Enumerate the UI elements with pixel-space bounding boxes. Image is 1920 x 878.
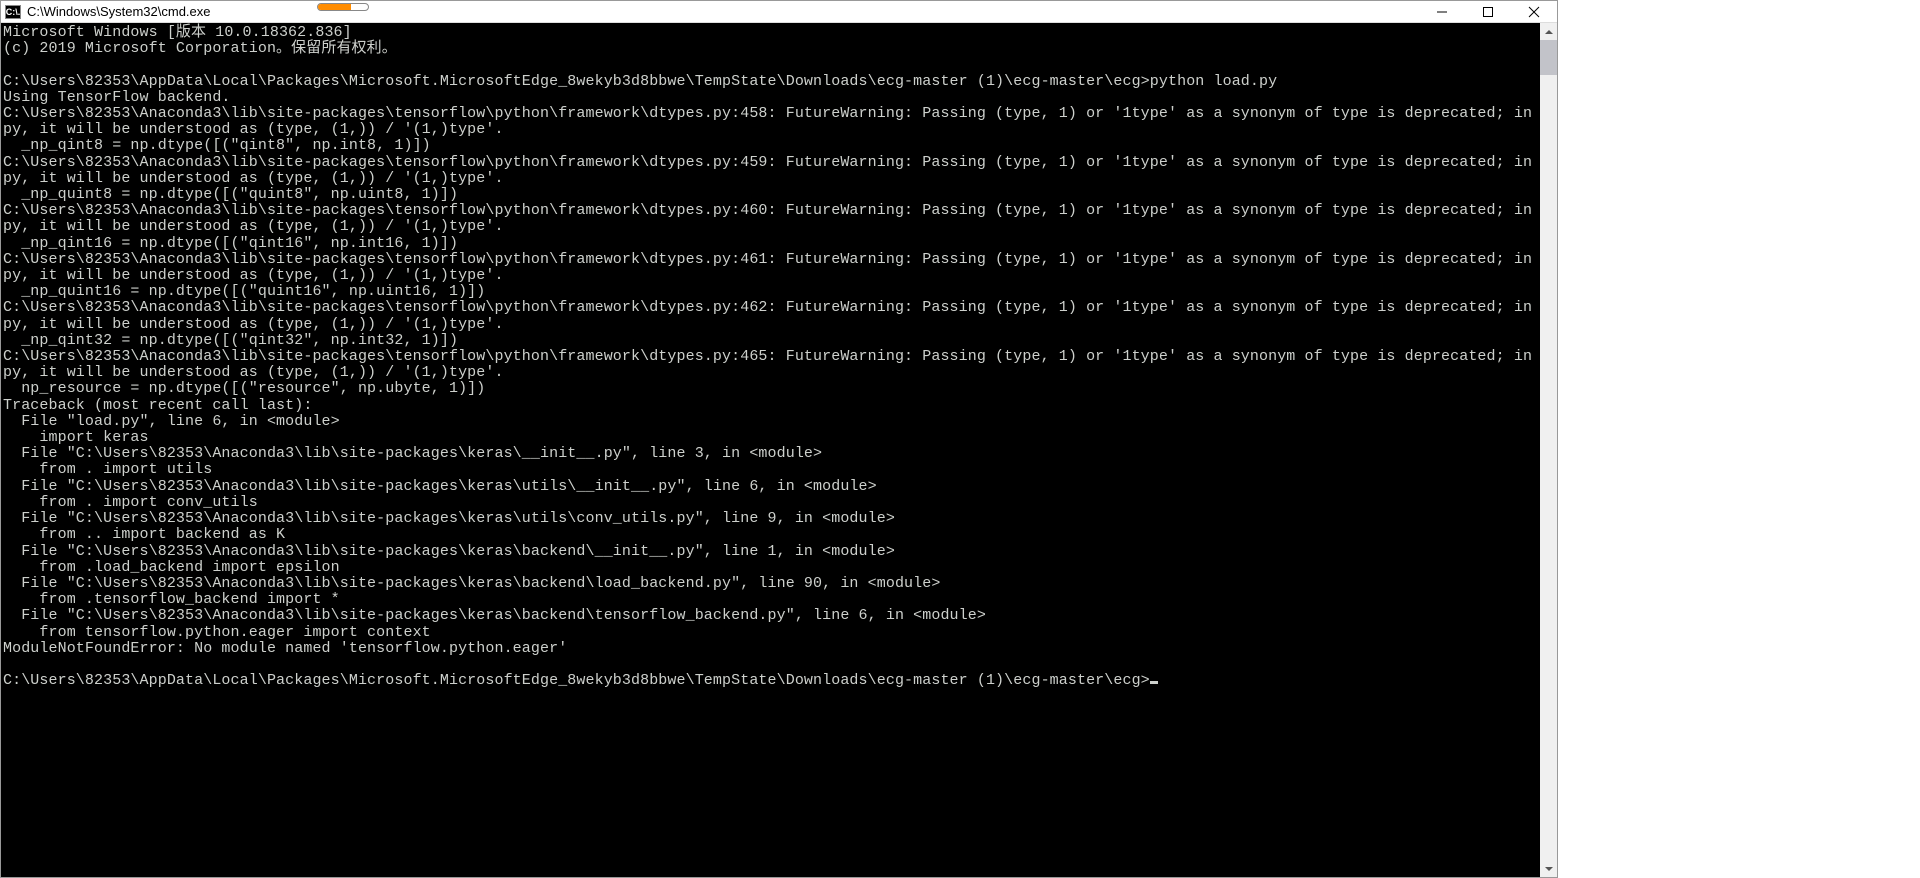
terminal-output[interactable]: Microsoft Windows [版本 10.0.18362.836] (c… (1, 23, 1540, 877)
cmd-window: C:\. C:\Windows\System32\cmd.exe Microso… (0, 0, 1558, 878)
scroll-down-icon[interactable] (1540, 860, 1557, 877)
cursor (1150, 681, 1158, 684)
progress-fill (318, 4, 351, 10)
cmd-icon: C:\. (5, 5, 21, 19)
scroll-up-icon[interactable] (1540, 23, 1557, 40)
titlebar[interactable]: C:\. C:\Windows\System32\cmd.exe (1, 1, 1557, 23)
scroll-track[interactable] (1540, 40, 1557, 860)
window-controls (1419, 1, 1557, 23)
terminal-wrap: Microsoft Windows [版本 10.0.18362.836] (c… (1, 23, 1557, 877)
scrollbar[interactable] (1540, 23, 1557, 877)
maximize-button[interactable] (1465, 1, 1511, 23)
close-button[interactable] (1511, 1, 1557, 23)
window-title: C:\Windows\System32\cmd.exe (27, 4, 211, 19)
progress-indicator (317, 3, 369, 11)
minimize-button[interactable] (1419, 1, 1465, 23)
scroll-thumb[interactable] (1540, 40, 1557, 75)
